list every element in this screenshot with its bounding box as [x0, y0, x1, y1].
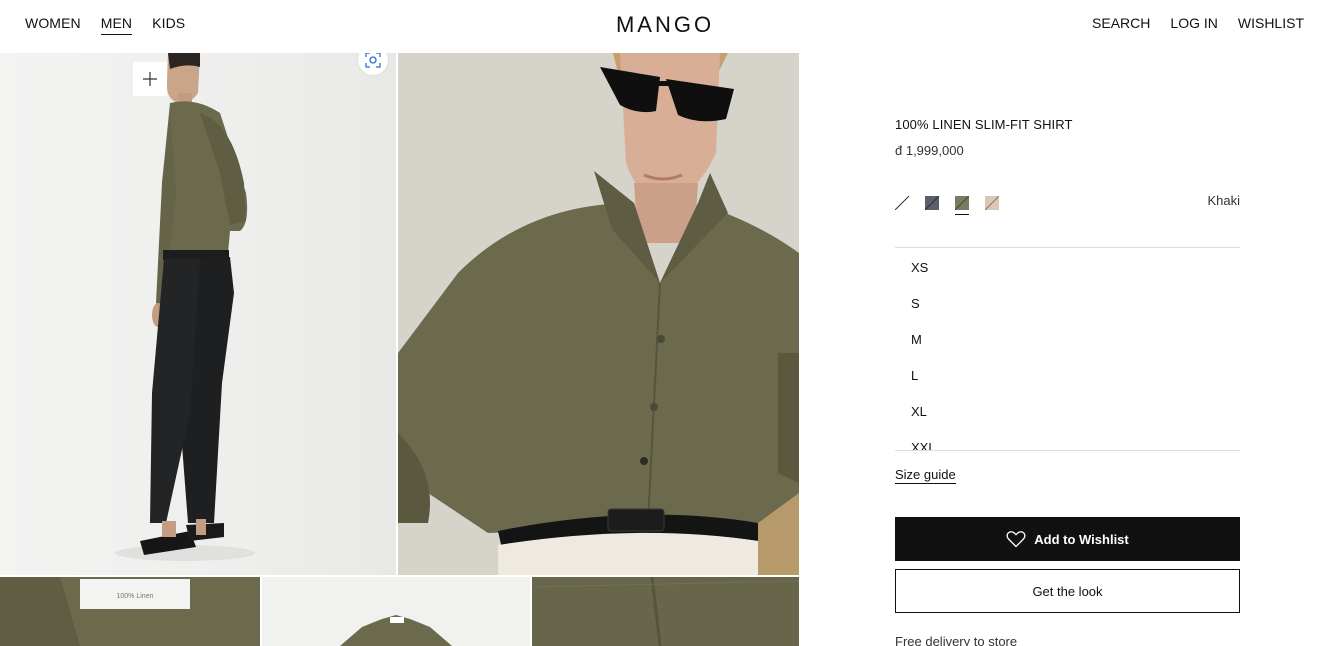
product-info-panel: 100% LINEN SLIM-FIT SHIRT đ 1,999,000 Kh…	[894, 0, 1240, 646]
nav-wishlist[interactable]: WISHLIST	[1238, 15, 1304, 31]
fabric-texture-illustration	[532, 577, 799, 646]
thumbnail-label-detail[interactable]: 100% Linen	[0, 577, 260, 646]
swatch-white[interactable]	[894, 195, 910, 211]
color-swatches	[894, 195, 1000, 215]
model-closeup-illustration	[398, 53, 799, 575]
selected-color-name: Khaki	[1207, 193, 1240, 208]
size-list: XS S M L XL XXL	[895, 247, 1240, 451]
white-swatch-icon	[894, 195, 910, 211]
swatch-navy[interactable]	[924, 195, 940, 211]
beige-swatch-icon	[984, 195, 1000, 211]
size-option-m[interactable]: M	[911, 332, 922, 347]
heart-icon	[1006, 531, 1026, 548]
user-nav: SEARCH LOG IN WISHLIST	[1092, 15, 1304, 31]
size-option-xl[interactable]: XL	[911, 404, 927, 419]
size-guide-link[interactable]: Size guide	[895, 467, 956, 484]
delivery-info: Free delivery to store	[895, 634, 1018, 646]
thumbnail-fabric-texture[interactable]	[532, 577, 799, 646]
add-to-wishlist-label: Add to Wishlist	[1034, 531, 1129, 547]
label-tag-text: 100% Linen	[117, 593, 154, 600]
thumbnail-flat-shirt[interactable]	[262, 577, 530, 646]
product-image-closeup[interactable]	[398, 53, 799, 575]
product-price: đ 1,999,000	[895, 143, 964, 158]
nav-search[interactable]: SEARCH	[1092, 15, 1150, 31]
product-gallery: 100% Linen	[0, 53, 799, 646]
fabric-label-illustration: 100% Linen	[0, 577, 260, 646]
product-title: 100% LINEN SLIM-FIT SHIRT	[895, 117, 1073, 132]
size-option-s[interactable]: S	[911, 296, 920, 311]
model-full-body-illustration	[115, 53, 255, 561]
zoom-plus-button[interactable]	[133, 62, 167, 96]
navy-swatch-icon	[924, 195, 940, 211]
lens-icon	[365, 53, 381, 68]
plus-icon	[143, 72, 157, 86]
site-header: WOMEN MEN KIDS MANGO SEARCH LOG IN WISHL…	[0, 0, 1330, 53]
flat-shirt-illustration	[262, 577, 530, 646]
khaki-swatch-icon	[954, 195, 970, 211]
add-to-wishlist-button[interactable]: Add to Wishlist	[895, 517, 1240, 561]
size-option-l[interactable]: L	[911, 368, 918, 383]
swatch-beige[interactable]	[984, 195, 1000, 211]
product-image-full-body[interactable]	[0, 53, 396, 575]
size-option-xs[interactable]: XS	[911, 260, 928, 275]
size-option-xxl[interactable]: XXL	[911, 440, 936, 450]
swatch-khaki[interactable]	[954, 195, 970, 215]
get-the-look-button[interactable]: Get the look	[895, 569, 1240, 613]
nav-login[interactable]: LOG IN	[1170, 15, 1217, 31]
